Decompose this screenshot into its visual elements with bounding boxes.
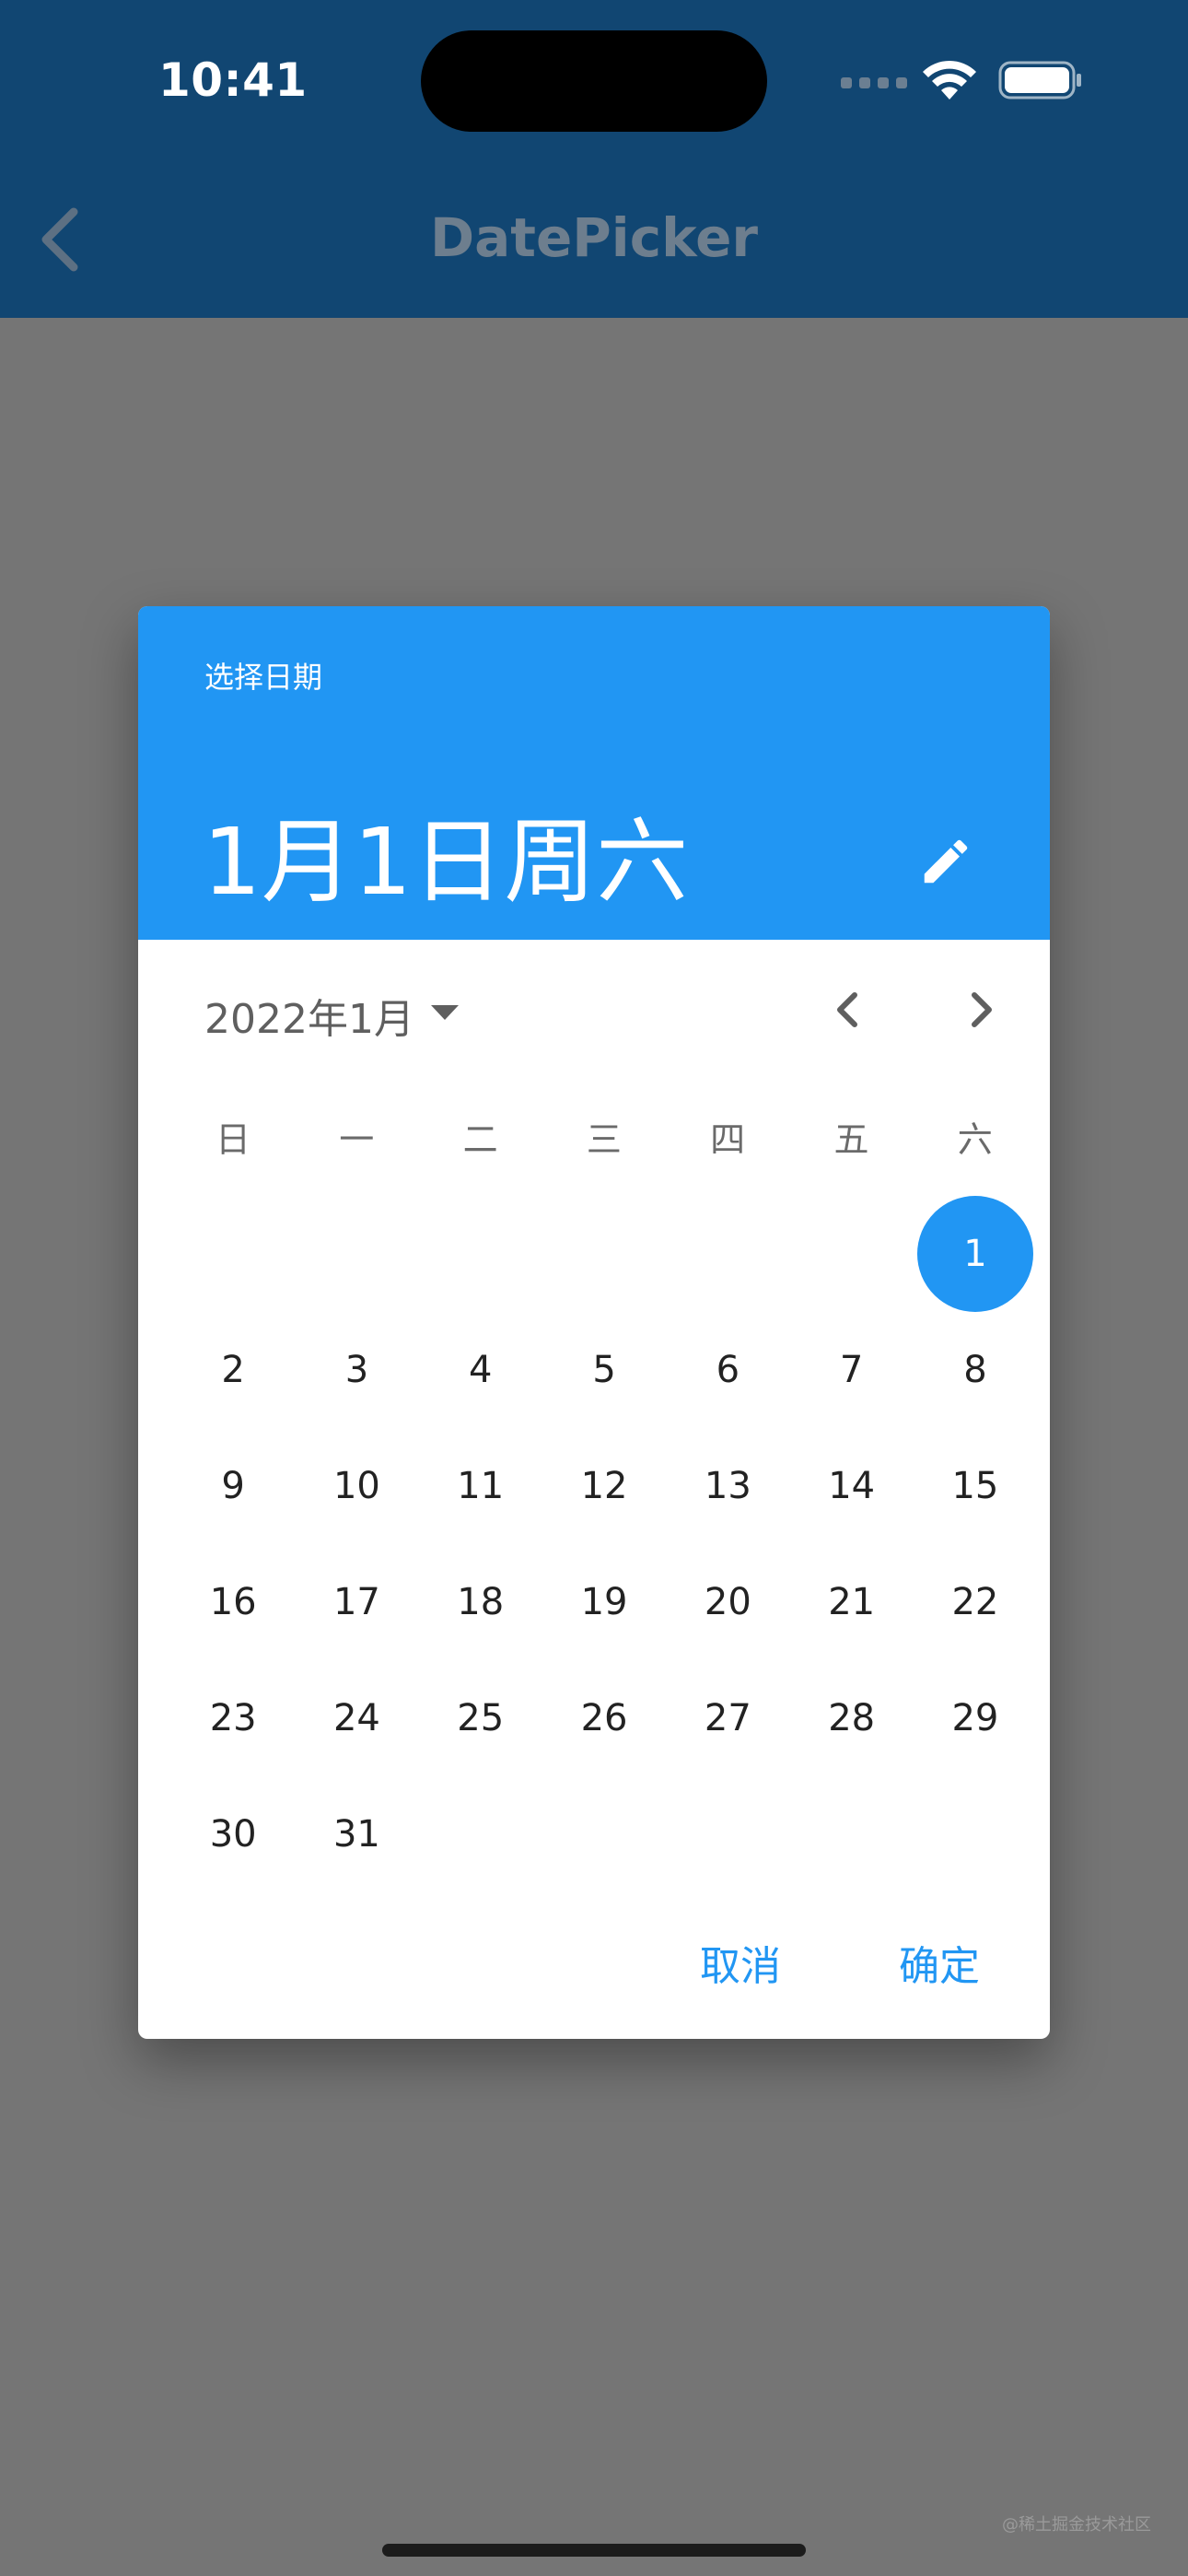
day-cell[interactable]: 20 — [670, 1544, 786, 1660]
weekday-label: 二 — [462, 1119, 498, 1160]
confirm-button[interactable]: 确定 — [899, 1933, 980, 1992]
day-cell[interactable]: 31 — [298, 1776, 414, 1892]
day-cell[interactable]: 29 — [917, 1660, 1033, 1776]
wifi-icon — [923, 60, 976, 100]
day-cell[interactable]: 26 — [546, 1660, 662, 1776]
day-cell[interactable]: 25 — [423, 1660, 539, 1776]
status-time: 10:41 — [158, 53, 308, 107]
day-cell[interactable]: 16 — [175, 1544, 291, 1660]
pencil-icon[interactable] — [917, 833, 974, 890]
day-cell[interactable]: 5 — [546, 1312, 662, 1428]
weekday-label: 日 — [215, 1119, 250, 1160]
day-cell[interactable]: 14 — [794, 1428, 910, 1544]
day-cell[interactable]: 8 — [917, 1312, 1033, 1428]
weekday-label: 五 — [833, 1119, 869, 1160]
day-cell[interactable]: 28 — [794, 1660, 910, 1776]
cellular-signal-icon — [841, 77, 907, 88]
dialog-help-text: 选择日期 — [204, 660, 323, 695]
dialog-header: 选择日期 1月1日周六 — [138, 606, 1050, 940]
caret-down-icon[interactable] — [429, 1002, 460, 1023]
day-cell[interactable]: 27 — [670, 1660, 786, 1776]
page-title: DatePicker — [429, 206, 759, 269]
day-cell[interactable]: 17 — [298, 1544, 414, 1660]
weekday-header-row: 日一二三四五六 — [171, 1111, 1037, 1166]
day-cell[interactable]: 11 — [423, 1428, 539, 1544]
date-picker-dialog: 选择日期 1月1日周六 2022年1月 日一二三四五六 1 2 3 4 5 6 7 8 9 10 1… — [138, 606, 1050, 2039]
month-year-selector[interactable]: 2022年1月 — [204, 986, 414, 1045]
day-cell[interactable]: 9 — [175, 1428, 291, 1544]
day-cell[interactable]: 4 — [423, 1312, 539, 1428]
selected-day-cell[interactable]: 1 — [916, 1196, 1033, 1312]
day-cell[interactable]: 23 — [175, 1660, 291, 1776]
day-cell[interactable]: 12 — [546, 1428, 662, 1544]
selected-date-headline: 1月1日周六 — [203, 808, 689, 916]
day-cell[interactable]: 13 — [670, 1428, 786, 1544]
dynamic-island — [421, 30, 767, 132]
day-cell[interactable]: 24 — [298, 1660, 414, 1776]
day-cell[interactable]: 3 — [298, 1312, 414, 1428]
day-cell[interactable]: 2 — [175, 1312, 291, 1428]
watermark-text: @稀土掘金技术社区 — [1002, 2515, 1151, 2535]
day-cell[interactable]: 7 — [794, 1312, 910, 1428]
calendar-day-grid: 1 2 3 4 5 6 7 8 9 10 11 12 13 14 15 16 17 18 19 20 21 22 23 24 2… — [171, 1196, 1037, 1896]
day-cell[interactable]: 22 — [917, 1544, 1033, 1660]
dialog-actions: 取消 确定 — [138, 1933, 1050, 2025]
home-indicator[interactable] — [382, 2544, 806, 2557]
day-cell[interactable]: 10 — [298, 1428, 414, 1544]
day-cell[interactable]: 30 — [175, 1776, 291, 1892]
battery-icon — [998, 61, 1081, 100]
day-cell[interactable]: 18 — [423, 1544, 539, 1660]
cancel-button[interactable]: 取消 — [700, 1933, 781, 1992]
app-bar: 10:41 DatePicker — [0, 0, 1188, 318]
previous-month-button[interactable] — [820, 980, 879, 1039]
day-cell[interactable]: 19 — [546, 1544, 662, 1660]
day-cell[interactable]: 6 — [670, 1312, 786, 1428]
day-cell[interactable]: 15 — [917, 1428, 1033, 1544]
weekday-label: 一 — [339, 1119, 375, 1160]
weekday-label: 四 — [710, 1119, 746, 1160]
day-cell[interactable]: 21 — [794, 1544, 910, 1660]
weekday-label: 三 — [586, 1119, 622, 1160]
weekday-label: 六 — [957, 1119, 993, 1160]
next-month-button[interactable] — [950, 980, 1009, 1039]
